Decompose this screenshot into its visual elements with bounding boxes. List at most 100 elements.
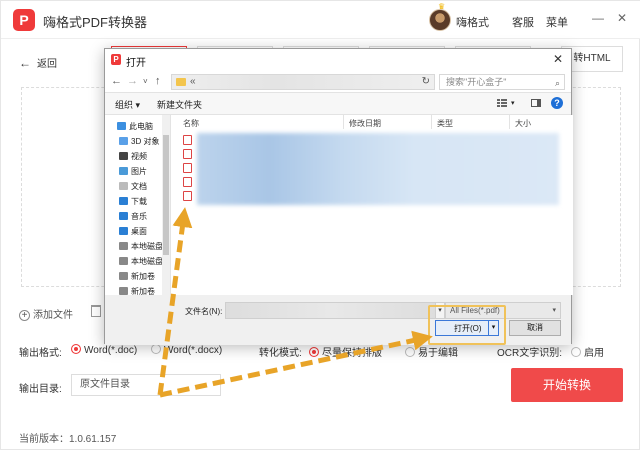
support-link[interactable]: 客服 (512, 14, 534, 30)
video-icon (119, 152, 128, 160)
drive-icon (119, 242, 128, 250)
pdf-file-icon[interactable] (183, 135, 192, 145)
ocr-label: OCR文字识别: (497, 348, 562, 359)
view-dropdown-icon[interactable]: ▾ (511, 99, 515, 107)
folder-icon (176, 78, 186, 86)
nav-item-new-volume-2[interactable]: 新加卷 (119, 286, 155, 295)
output-dir-label: 输出目录: (19, 384, 62, 395)
search-placeholder: 搜索"开心盒子" (446, 77, 507, 87)
plus-circle-icon: + (19, 310, 30, 321)
open-file-dialog: P 打开 ✕ ← → ˅ ↑ « ↻ 搜索"开心盒子" ⌕ 组织 ▾ 新建文件夹… (104, 48, 573, 345)
radio-checked-icon (309, 347, 319, 357)
add-file-label: 添加文件 (33, 310, 73, 321)
drive-icon (119, 287, 128, 295)
column-date[interactable]: 修改日期 (349, 118, 381, 129)
highlight-box (428, 305, 506, 345)
organize-button[interactable]: 组织 ▾ (115, 98, 140, 111)
navigation-pane: 此电脑 3D 对象 视频 图片 文档 下载 音乐 桌面 本地磁盘 本地磁盘 新加… (105, 115, 171, 295)
filename-input[interactable] (225, 302, 437, 319)
ocr-enable-option[interactable]: 启用 (571, 344, 604, 359)
title-bar: P 嗨格式PDF转换器 ♛ 嗨格式 客服 菜单 — ✕ (1, 1, 640, 39)
preview-pane-icon[interactable] (531, 98, 541, 108)
nav-item-downloads[interactable]: 下载 (119, 196, 147, 207)
forward-arrow-icon[interactable]: → (127, 75, 138, 87)
app-title: 嗨格式PDF转换器 (43, 15, 148, 30)
nav-item-documents[interactable]: 文档 (119, 181, 147, 192)
column-type[interactable]: 类型 (437, 118, 453, 129)
nav-item-local-disk-1[interactable]: 本地磁盘 (119, 241, 163, 252)
avatar[interactable] (429, 9, 451, 31)
nav-item-local-disk-2[interactable]: 本地磁盘 (119, 256, 163, 267)
back-label: 返回 (37, 59, 57, 70)
nav-item-new-volume-1[interactable]: 新加卷 (119, 271, 155, 282)
new-folder-button[interactable]: 新建文件夹 (157, 98, 202, 111)
pdf-file-icon[interactable] (183, 149, 192, 159)
column-divider (343, 115, 344, 129)
cancel-button[interactable]: 取消 (509, 320, 561, 336)
mode-editable-option[interactable]: 易于编辑 (405, 344, 458, 359)
back-button[interactable]: ← 返回 (19, 55, 57, 70)
format-doc-option[interactable]: Word(*.doc) (71, 344, 137, 356)
mode-keep-layout-option[interactable]: 尽量保持排版 (309, 344, 382, 359)
radio-unchecked-icon (151, 344, 161, 354)
minimize-icon[interactable]: — (591, 11, 605, 25)
output-dir-select[interactable]: 原文件目录 (71, 374, 221, 396)
drive-icon (119, 272, 128, 280)
username[interactable]: 嗨格式 (456, 14, 489, 30)
nav-item-pictures[interactable]: 图片 (119, 166, 147, 177)
column-name[interactable]: 名称 (183, 118, 199, 129)
blurred-file-rows[interactable] (197, 133, 559, 205)
computer-icon (117, 122, 126, 130)
download-icon (119, 197, 128, 205)
cube-icon (119, 137, 128, 145)
view-options-icon[interactable] (497, 98, 507, 108)
nav-item-music[interactable]: 音乐 (119, 211, 147, 222)
nav-item-3d-objects[interactable]: 3D 对象 (119, 136, 159, 147)
output-format-label: 输出格式: (19, 348, 62, 359)
column-divider (509, 115, 510, 129)
chevron-down-icon: ▾ (552, 307, 556, 314)
menu-link[interactable]: 菜单 (546, 14, 568, 30)
address-separator: « (190, 76, 196, 87)
nav-scrollbar[interactable] (162, 115, 170, 295)
radio-unchecked-icon (405, 347, 415, 357)
address-row: ← → ˅ ↑ « ↻ 搜索"开心盒子" ⌕ (105, 71, 571, 93)
pdf-file-icon[interactable] (183, 191, 192, 201)
add-file-button[interactable]: + 添加文件 (19, 306, 73, 321)
trash-icon[interactable] (91, 305, 101, 317)
document-icon (119, 182, 128, 190)
start-convert-button[interactable]: 开始转换 (511, 368, 623, 402)
back-arrow-icon[interactable]: ← (111, 75, 122, 87)
nav-item-this-pc[interactable]: 此电脑 (117, 121, 153, 132)
close-icon[interactable]: ✕ (553, 52, 563, 66)
dialog-toolbar: 组织 ▾ 新建文件夹 ▾ ? (105, 93, 571, 115)
arrow-left-icon: ← (19, 56, 31, 70)
nav-item-desktop[interactable]: 桌面 (119, 226, 147, 237)
nav-item-videos[interactable]: 视频 (119, 151, 147, 162)
desktop-icon (119, 227, 128, 235)
pdf-file-icon[interactable] (183, 177, 192, 187)
nav-scroll-thumb[interactable] (163, 135, 169, 255)
drive-icon (119, 257, 128, 265)
search-icon: ⌕ (554, 78, 560, 88)
help-icon[interactable]: ? (551, 97, 563, 109)
up-arrow-icon[interactable]: ↑ (155, 75, 161, 87)
column-divider (431, 115, 432, 129)
format-docx-option[interactable]: Word(*.docx) (151, 344, 222, 356)
picture-icon (119, 167, 128, 175)
conversion-mode-label: 转化模式: (259, 348, 302, 359)
app-logo: P (13, 9, 35, 31)
file-list: 名称 修改日期 类型 大小 (171, 115, 573, 295)
dialog-title: 打开 (126, 58, 146, 69)
pdf-file-icon[interactable] (183, 163, 192, 173)
column-size[interactable]: 大小 (515, 118, 531, 129)
search-input[interactable]: 搜索"开心盒子" ⌕ (439, 74, 565, 90)
app-small-icon: P (111, 54, 121, 65)
crown-icon: ♛ (438, 2, 446, 11)
address-bar[interactable]: « ↻ (171, 74, 435, 90)
filename-label: 文件名(N): (185, 307, 223, 316)
chevron-down-icon[interactable]: ˅ (143, 77, 148, 86)
close-icon[interactable]: ✕ (615, 11, 629, 25)
music-icon (119, 212, 128, 220)
refresh-icon[interactable]: ↻ (422, 76, 430, 87)
